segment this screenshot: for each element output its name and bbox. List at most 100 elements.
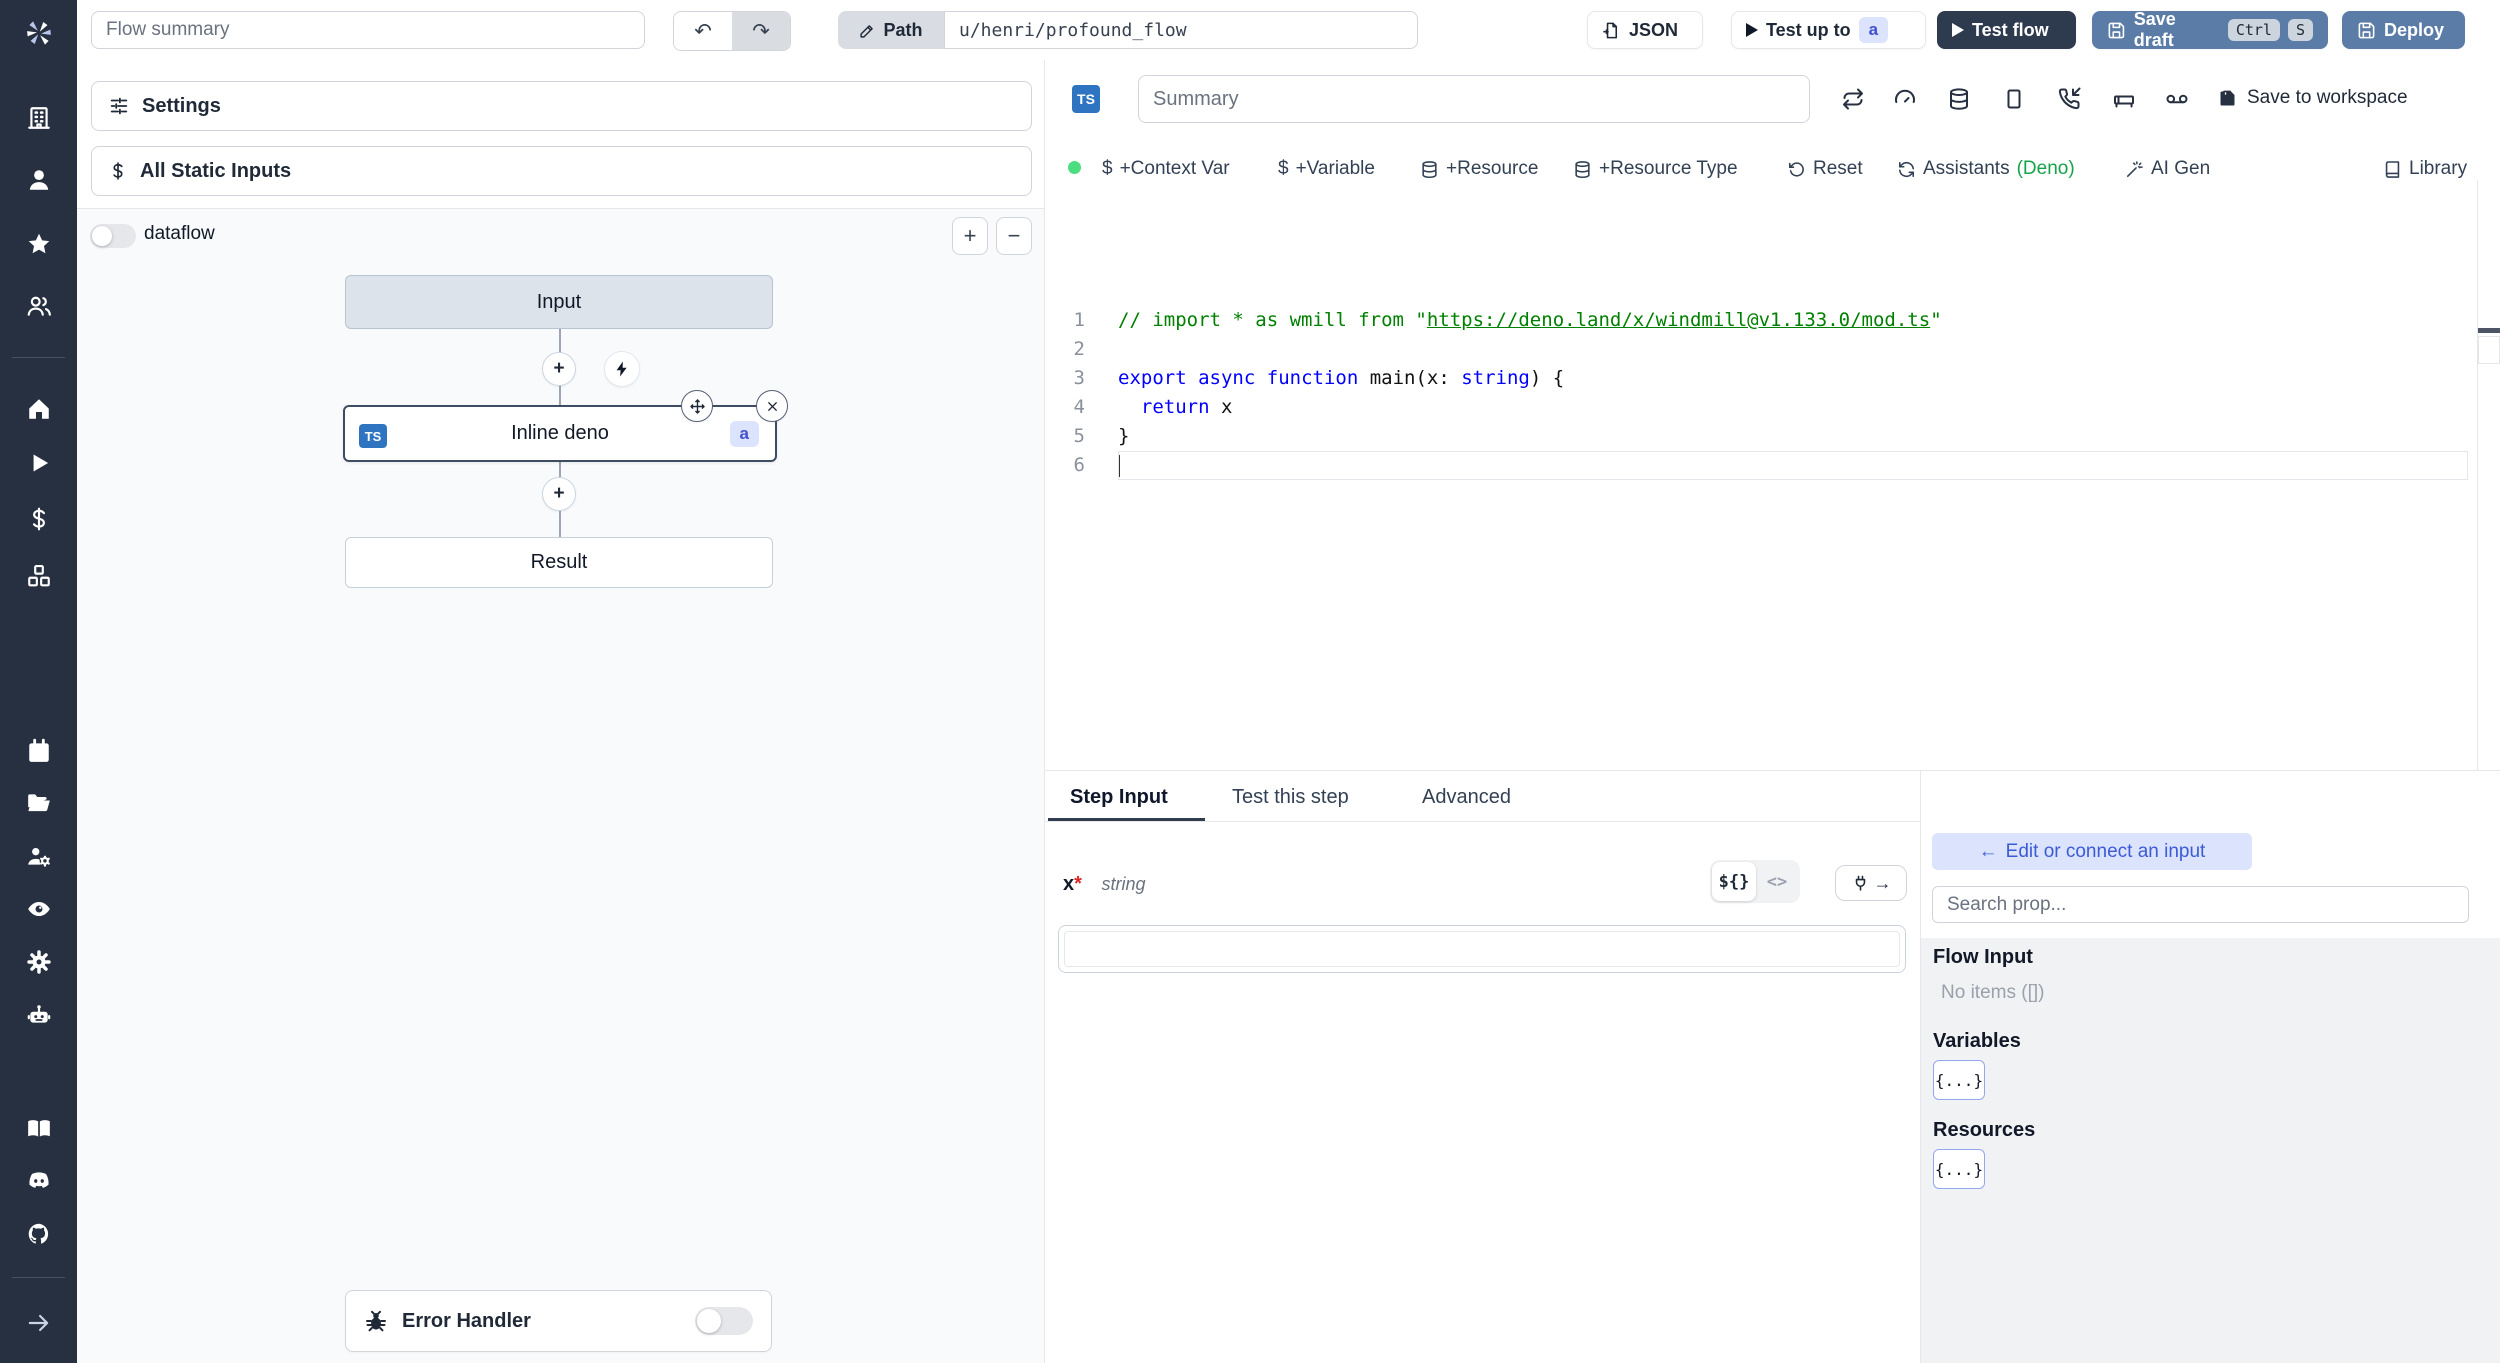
error-handler-toggle[interactable] [695, 1307, 753, 1335]
favorites-star-icon[interactable] [0, 231, 77, 257]
schedules-calendar-icon[interactable] [0, 738, 77, 764]
test-flow-button[interactable]: Test flow [1937, 11, 2076, 49]
github-icon[interactable] [0, 1221, 77, 1247]
settings-gear-icon[interactable] [0, 949, 77, 975]
variables-dollar-icon[interactable] [0, 506, 77, 532]
code-line[interactable]: export async function main(x: string) { [1118, 364, 2468, 393]
groups-users-cog-icon[interactable] [0, 843, 77, 869]
file-json-icon [1603, 22, 1618, 38]
code-mode-button[interactable]: <> [1756, 872, 1798, 892]
expand-arrow-right-icon[interactable] [0, 1310, 77, 1336]
assistants-button[interactable]: Assistants (Deno) [1897, 155, 2075, 183]
move-step-button[interactable] [681, 390, 713, 422]
zoom-in-button[interactable]: + [952, 217, 988, 255]
code-editor[interactable]: 1 2 3 4 5 6 // import * as wmill from "https:… [1045, 180, 2500, 770]
field-value-wrapper [1058, 925, 1906, 973]
flow-node-result[interactable]: Result [345, 537, 773, 588]
test-up-to-button[interactable]: Test up to a [1731, 11, 1926, 49]
robot-icon[interactable] [0, 1002, 77, 1028]
library-button[interactable]: Library [2383, 155, 2467, 183]
add-step-button[interactable]: + [542, 477, 576, 511]
undo-icon: ↶ [694, 19, 712, 43]
zoom-out-button[interactable]: − [996, 217, 1032, 255]
user-icon[interactable] [0, 167, 77, 193]
discord-icon[interactable] [0, 1168, 77, 1194]
step-node-label: Inline deno [511, 422, 609, 444]
edit-or-connect-label: Edit or connect an input [2005, 840, 2206, 862]
tabs-divider [1045, 821, 1920, 822]
dataflow-toggle[interactable] [90, 224, 136, 248]
search-prop-input[interactable] [1932, 886, 2469, 923]
ai-gen-button[interactable]: AI Gen [2125, 155, 2210, 183]
redo-button[interactable]: ↷ [732, 12, 790, 50]
line-number: 4 [1073, 396, 1085, 418]
add-context-var-button[interactable]: $ +Context Var [1102, 155, 1230, 183]
scrollbar-thumb[interactable] [2478, 336, 2500, 364]
play-icon [1952, 23, 1964, 37]
flow-summary-input[interactable] [91, 11, 645, 49]
code-line[interactable]: // import * as wmill from "https://deno.… [1118, 306, 2468, 335]
json-label: JSON [1629, 19, 1679, 40]
path-input[interactable] [944, 11, 1418, 49]
summary-input[interactable] [1138, 75, 1810, 123]
trigger-bolt-button[interactable] [604, 351, 640, 387]
windmill-logo-icon[interactable] [0, 16, 77, 50]
add-resource-type-label: +Resource Type [1599, 158, 1738, 179]
folders-icon[interactable] [0, 790, 77, 816]
voicemail-icon[interactable] [2165, 87, 2189, 111]
code-line[interactable] [1118, 335, 2468, 364]
tab-step-input[interactable]: Step Input [1070, 786, 1168, 809]
docs-book-icon[interactable] [0, 1116, 77, 1142]
delete-step-button[interactable] [756, 390, 788, 422]
reset-button[interactable]: Reset [1787, 155, 1863, 183]
step-id-badge: a [729, 421, 759, 447]
add-variable-button[interactable]: $ +Variable [1278, 155, 1375, 183]
save-to-workspace-button[interactable]: Save to workspace [2217, 87, 2408, 109]
audit-eye-icon[interactable] [0, 896, 77, 922]
runs-play-icon[interactable] [0, 450, 77, 476]
flow-node-input[interactable]: Input [345, 275, 773, 329]
json-button[interactable]: JSON [1587, 11, 1703, 49]
code-line[interactable]: return x [1118, 393, 2468, 422]
save-draft-label: Save draft [2133, 9, 2176, 50]
add-resource-button[interactable]: +Resource [1420, 155, 1538, 183]
phone-incoming-icon[interactable] [2057, 87, 2081, 111]
workspace-building-icon[interactable] [0, 105, 77, 131]
all-static-inputs-button[interactable]: All Static Inputs [91, 146, 1032, 196]
expr-mode-button[interactable]: ${} [1712, 862, 1756, 901]
all-static-inputs-label: All Static Inputs [140, 159, 292, 182]
add-step-button[interactable]: + [542, 352, 576, 386]
add-resource-type-button[interactable]: +Resource Type [1573, 155, 1738, 183]
gauge-icon[interactable] [1893, 87, 1917, 111]
error-handler-row[interactable]: Error Handler [345, 1290, 772, 1352]
undo-redo-group: ↶ ↷ [673, 11, 791, 51]
users-group-icon[interactable] [0, 293, 77, 319]
save-draft-button[interactable]: Save draft Ctrl S [2092, 9, 2328, 50]
line-number: 2 [1073, 338, 1085, 360]
database-icon[interactable] [1947, 87, 1971, 111]
undo-button[interactable]: ↶ [674, 12, 732, 50]
path-chip[interactable]: Path [838, 11, 944, 49]
variables-chip-button[interactable]: {...} [1933, 1060, 1985, 1100]
bed-icon[interactable] [2112, 87, 2136, 111]
tab-test-this-step[interactable]: Test this step [1232, 786, 1349, 809]
deploy-button[interactable]: Deploy [2342, 11, 2465, 49]
rectangle-icon[interactable] [2002, 87, 2026, 111]
field-value-input[interactable] [1064, 931, 1900, 967]
code-line[interactable]: } [1118, 422, 2468, 451]
edit-or-connect-button[interactable]: ← Edit or connect an input [1932, 833, 2252, 870]
home-icon[interactable] [0, 396, 77, 422]
connect-input-button[interactable]: → [1835, 865, 1907, 901]
tab-advanced[interactable]: Advanced [1422, 786, 1511, 809]
code-line[interactable] [1118, 451, 2468, 480]
resources-chip-button[interactable]: {...} [1933, 1149, 1985, 1189]
flow-input-title: Flow Input [1933, 946, 2033, 968]
resources-boxes-icon[interactable] [0, 563, 77, 589]
repeat-icon[interactable] [1841, 87, 1865, 111]
dollar-icon [113, 162, 123, 180]
field-type: string [1101, 874, 1146, 894]
flow-settings-button[interactable]: Settings [91, 81, 1032, 131]
bolt-icon [616, 361, 627, 377]
flow-node-inline-deno[interactable]: TS Inline deno a [343, 405, 777, 462]
bug-icon [366, 1310, 386, 1332]
